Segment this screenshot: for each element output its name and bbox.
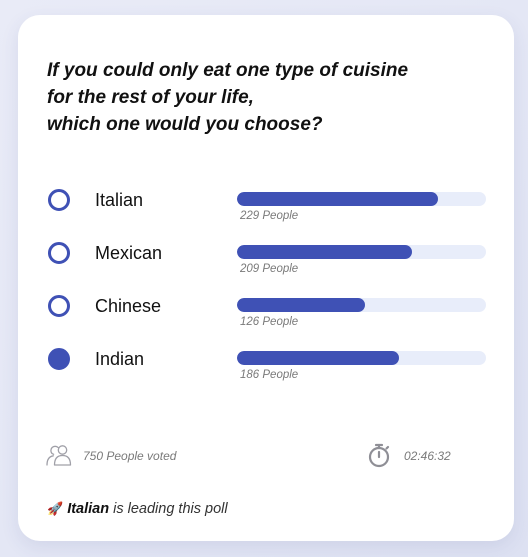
poll-option-indian[interactable]: Indian 186 People (18, 348, 514, 398)
stopwatch-icon (368, 443, 390, 468)
option-label: Indian (95, 349, 145, 369)
poll-question-line: for the rest of your life, (47, 87, 254, 108)
poll-option-italian[interactable]: Italian 229 People (18, 189, 514, 239)
poll-question-line: If you could only eat one type of cuisin… (47, 60, 409, 81)
option-bar-fill (237, 351, 399, 365)
leading-option-name: Italian (67, 501, 110, 517)
timer-text: 02:46:32 (404, 449, 451, 463)
poll-option-chinese[interactable]: Chinese 126 People (18, 295, 514, 345)
option-radio-indian[interactable] (48, 348, 70, 370)
option-count: 186 People (240, 369, 299, 381)
option-count: 229 People (240, 210, 299, 222)
poll-question-line: which one would you choose? (47, 114, 323, 135)
option-bar-fill (237, 298, 366, 312)
option-bar-fill (237, 192, 438, 206)
poll-question: If you could only eat one type of cuisin… (47, 57, 487, 138)
option-radio-chinese[interactable] (48, 295, 70, 317)
option-count: 126 People (240, 316, 299, 328)
total-votes-text: 750 People voted (83, 449, 177, 463)
poll-card: If you could only eat one type of cuisin… (18, 15, 514, 541)
option-bar-track (237, 298, 486, 312)
option-bar-fill (237, 245, 412, 259)
option-bar-track (237, 351, 486, 365)
option-count: 209 People (240, 263, 299, 275)
people-icon (46, 445, 72, 466)
option-label: Italian (95, 190, 144, 210)
leading-suffix: is leading this poll (109, 501, 228, 517)
poll-option-mexican[interactable]: Mexican 209 People (18, 242, 514, 292)
option-radio-mexican[interactable] (48, 242, 70, 264)
rocket-icon: 🚀 (47, 501, 64, 516)
option-bar-track (237, 192, 486, 206)
option-radio-italian[interactable] (48, 189, 70, 211)
option-label: Chinese (95, 296, 162, 316)
option-bar-track (237, 245, 486, 259)
option-label: Mexican (95, 243, 163, 263)
leading-message: 🚀 Italian is leading this poll (47, 501, 228, 517)
